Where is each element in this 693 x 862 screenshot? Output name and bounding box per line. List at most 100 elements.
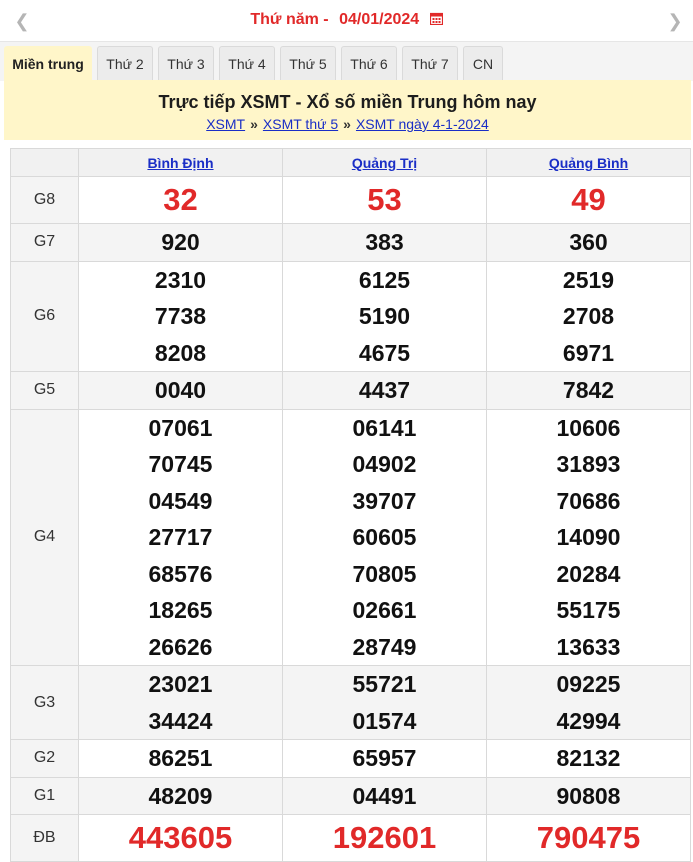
result-number: 6125	[358, 266, 411, 293]
result-number: 70745	[148, 451, 213, 477]
result-number: 6971	[562, 339, 615, 366]
result-number: 28749	[352, 633, 417, 660]
result-cell: 55721 01574	[282, 665, 487, 740]
result-cell: 23021 34424	[78, 665, 283, 740]
result-number: 0040	[154, 377, 207, 403]
result-cell: 2310 7738 8208	[78, 260, 283, 372]
result-number: 01574	[352, 707, 417, 734]
prize-label: G7	[10, 223, 79, 262]
result-cell: 4437	[282, 371, 487, 410]
result-number: 31893	[556, 451, 621, 477]
province-header: Quảng Bình	[486, 148, 691, 177]
prize-label: G4	[10, 408, 79, 666]
result-cell: 10606 31893 70686 14090 20284 55175 13633	[486, 408, 691, 666]
result-number: 8208	[154, 339, 207, 366]
prize-row: G2 86251 65957 82132	[10, 739, 691, 778]
tab-thu-2[interactable]: Thứ 2	[97, 46, 153, 81]
result-number: 60605	[352, 524, 417, 550]
tab-thu-7[interactable]: Thứ 7	[402, 46, 458, 81]
result-cell: 04491	[282, 776, 487, 815]
prize-row: G6 2310 7738 8208 6125 5190 4675 2519 2708 6971	[10, 260, 691, 372]
result-number: 10606	[556, 414, 621, 441]
result-number: 53	[367, 182, 402, 217]
result-number: 790475	[536, 820, 641, 855]
result-number: 920	[161, 229, 200, 255]
province-link[interactable]: Quảng Trị	[352, 155, 417, 171]
result-cell: 920	[78, 223, 283, 262]
date-navigation-bar: ❮ Thứ năm - 04/01/2024 ❯	[0, 0, 693, 42]
result-number: 7842	[562, 377, 615, 403]
result-cell: 90808	[486, 776, 691, 815]
prize-label: G3	[10, 665, 79, 740]
prize-column-header	[10, 148, 79, 177]
result-number: 2310	[154, 266, 207, 293]
result-number: 04491	[352, 782, 417, 809]
result-number: 70805	[352, 560, 417, 587]
result-number: 82132	[556, 745, 621, 771]
result-number: 4675	[358, 339, 411, 366]
result-cell: 2519 2708 6971	[486, 260, 691, 372]
result-cell: 360	[486, 223, 691, 262]
table-header-row: Bình Định Quảng Trị Quảng Bình	[10, 148, 691, 177]
tab-mien-trung[interactable]: Miền trung	[4, 46, 92, 82]
tab-thu-4[interactable]: Thứ 4	[219, 46, 275, 81]
result-number: 14090	[556, 524, 621, 550]
result-number: 26626	[148, 633, 213, 660]
chevron-right-icon[interactable]: ❯	[665, 10, 685, 32]
result-number: 07061	[148, 414, 213, 441]
result-cell: 6125 5190 4675	[282, 260, 487, 372]
tab-cn[interactable]: CN	[463, 46, 503, 81]
day-tabs: Miền trung Thứ 2 Thứ 3 Thứ 4 Thứ 5 Thứ 6…	[0, 42, 693, 82]
result-number: 27717	[148, 524, 213, 550]
prize-label: G6	[10, 260, 79, 372]
tab-thu-5[interactable]: Thứ 5	[280, 46, 336, 81]
result-number: 2708	[562, 303, 615, 329]
result-cell: 06141 04902 39707 60605 70805 02661 28749	[282, 408, 487, 666]
result-cell: 48209	[78, 776, 283, 815]
result-cell: 790475	[486, 814, 691, 862]
province-link[interactable]: Bình Định	[147, 155, 213, 171]
prize-row: ĐB 443605 192601 790475	[10, 814, 691, 862]
prize-label: G1	[10, 776, 79, 815]
result-number: 04902	[352, 451, 417, 477]
breadcrumb-separator: »	[343, 116, 351, 132]
province-header: Bình Định	[78, 148, 283, 177]
prize-label: G8	[10, 176, 79, 224]
result-cell: 383	[282, 223, 487, 262]
page-header: Trực tiếp XSMT - Xổ số miền Trung hôm na…	[4, 80, 691, 140]
result-number: 192601	[332, 820, 437, 855]
province-link[interactable]: Quảng Bình	[549, 155, 628, 171]
result-cell: 7842	[486, 371, 691, 410]
result-number: 20284	[556, 560, 621, 587]
prize-row: G7 920 383 360	[10, 223, 691, 262]
result-number: 48209	[148, 782, 213, 809]
breadcrumb-xsmt-date[interactable]: XSMT ngày 4-1-2024	[356, 116, 489, 132]
xsmt-results-page: ❮ Thứ năm - 04/01/2024 ❯ Miền trung Thứ …	[0, 0, 693, 862]
result-number: 49	[571, 182, 606, 217]
result-number: 68576	[148, 560, 213, 587]
result-number: 42994	[556, 707, 621, 734]
result-number: 32	[163, 182, 198, 217]
prize-label: G5	[10, 371, 79, 410]
result-number: 4437	[358, 377, 411, 403]
result-cell: 49	[486, 176, 691, 224]
date-value: 04/01/2024	[339, 11, 420, 28]
result-number: 2519	[562, 266, 615, 293]
tab-thu-6[interactable]: Thứ 6	[341, 46, 397, 81]
result-number: 55175	[556, 597, 621, 623]
breadcrumb-xsmt-thu-5[interactable]: XSMT thứ 5	[263, 116, 338, 132]
result-number: 34424	[148, 707, 213, 734]
result-cell: 32	[78, 176, 283, 224]
prize-row: G5 0040 4437 7842	[10, 371, 691, 410]
result-number: 04549	[148, 487, 213, 514]
result-number: 7738	[154, 303, 207, 329]
date-picker[interactable]: Thứ năm - 04/01/2024	[0, 11, 693, 29]
result-cell: 53	[282, 176, 487, 224]
breadcrumb-xsmt[interactable]: XSMT	[206, 116, 245, 132]
prize-row: G1 48209 04491 90808	[10, 776, 691, 815]
result-number: 13633	[556, 633, 621, 660]
calendar-icon[interactable]	[429, 12, 443, 25]
result-cell: 82132	[486, 739, 691, 778]
prize-row: G8 32 53 49	[10, 176, 691, 224]
tab-thu-3[interactable]: Thứ 3	[158, 46, 214, 81]
